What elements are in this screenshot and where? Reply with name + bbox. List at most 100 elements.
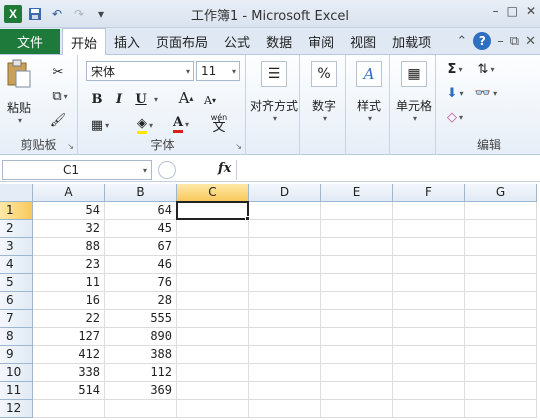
- minimize-button[interactable]: –: [493, 4, 499, 18]
- underline-button[interactable]: U: [132, 89, 150, 109]
- cell-c8[interactable]: [177, 328, 249, 346]
- cell-d4[interactable]: [249, 256, 321, 274]
- cell-d5[interactable]: [249, 274, 321, 292]
- number-format-button[interactable]: % 数字 ▾: [304, 61, 344, 123]
- column-header-g[interactable]: G: [465, 184, 537, 202]
- row-header-3[interactable]: 3: [0, 238, 33, 256]
- cell-c4[interactable]: [177, 256, 249, 274]
- doc-restore-icon[interactable]: ⧉: [510, 34, 519, 49]
- row-header-6[interactable]: 6: [0, 292, 33, 310]
- column-header-a[interactable]: A: [33, 184, 105, 202]
- cell-b2[interactable]: 45: [105, 220, 177, 238]
- cell-e10[interactable]: [321, 364, 393, 382]
- cell-e11[interactable]: [321, 382, 393, 400]
- cell-e4[interactable]: [321, 256, 393, 274]
- cell-c3[interactable]: [177, 238, 249, 256]
- group-styles[interactable]: A 样式 ▾: [348, 55, 390, 155]
- cell-a2[interactable]: 32: [33, 220, 105, 238]
- cell-a12[interactable]: [33, 400, 105, 418]
- cell-e3[interactable]: [321, 238, 393, 256]
- column-header-f[interactable]: F: [393, 184, 465, 202]
- alignment-button[interactable]: ☰ 对齐方式 ▾: [250, 61, 298, 123]
- font-name-combo[interactable]: 宋体 ▾: [86, 61, 194, 81]
- cell-e7[interactable]: [321, 310, 393, 328]
- cell-d11[interactable]: [249, 382, 321, 400]
- tab-file[interactable]: 文件: [0, 29, 60, 54]
- tab-add-ins[interactable]: 加载项: [384, 28, 439, 55]
- cell-b10[interactable]: 112: [105, 364, 177, 382]
- borders-button[interactable]: ▦ ▾: [88, 115, 112, 135]
- row-header-10[interactable]: 10: [0, 364, 33, 382]
- help-icon[interactable]: ?: [473, 32, 492, 50]
- cell-b11[interactable]: 369: [105, 382, 177, 400]
- column-header-d[interactable]: D: [249, 184, 321, 202]
- cell-f1[interactable]: [393, 202, 465, 220]
- cell-g2[interactable]: [465, 220, 537, 238]
- tab-review[interactable]: 审阅: [300, 28, 342, 55]
- cell-f3[interactable]: [393, 238, 465, 256]
- group-cells[interactable]: ▦ 单元格 ▾: [392, 55, 436, 155]
- cell-e8[interactable]: [321, 328, 393, 346]
- cell-g10[interactable]: [465, 364, 537, 382]
- cell-c7[interactable]: [177, 310, 249, 328]
- cell-d12[interactable]: [249, 400, 321, 418]
- cell-d7[interactable]: [249, 310, 321, 328]
- cell-e9[interactable]: [321, 346, 393, 364]
- row-header-8[interactable]: 8: [0, 328, 33, 346]
- cell-g9[interactable]: [465, 346, 537, 364]
- cell-e12[interactable]: [321, 400, 393, 418]
- cell-c10[interactable]: [177, 364, 249, 382]
- cell-b12[interactable]: [105, 400, 177, 418]
- cell-b4[interactable]: 46: [105, 256, 177, 274]
- cell-d6[interactable]: [249, 292, 321, 310]
- select-all-corner[interactable]: [0, 184, 33, 202]
- row-header-12[interactable]: 12: [0, 400, 33, 418]
- cell-a6[interactable]: 16: [33, 292, 105, 310]
- cell-e6[interactable]: [321, 292, 393, 310]
- font-size-combo[interactable]: 11 ▾: [196, 61, 240, 81]
- bold-button[interactable]: B: [88, 89, 106, 109]
- cell-f12[interactable]: [393, 400, 465, 418]
- fill-color-button[interactable]: ◈ ▾: [132, 115, 158, 135]
- cell-g7[interactable]: [465, 310, 537, 328]
- cell-d10[interactable]: [249, 364, 321, 382]
- insert-function-icon[interactable]: fx: [218, 161, 231, 176]
- minimize-ribbon-icon[interactable]: ⌃: [456, 34, 467, 49]
- cell-g12[interactable]: [465, 400, 537, 418]
- row-header-5[interactable]: 5: [0, 274, 33, 292]
- cell-a9[interactable]: 412: [33, 346, 105, 364]
- cell-f10[interactable]: [393, 364, 465, 382]
- fill-button[interactable]: ⬇ ▾: [442, 83, 468, 103]
- cell-c5[interactable]: [177, 274, 249, 292]
- formula-input[interactable]: [236, 160, 536, 180]
- maximize-button[interactable]: □: [507, 4, 518, 18]
- cell-a10[interactable]: 338: [33, 364, 105, 382]
- font-color-button[interactable]: A ▾: [168, 113, 194, 135]
- row-header-7[interactable]: 7: [0, 310, 33, 328]
- cell-f6[interactable]: [393, 292, 465, 310]
- name-box[interactable]: C1 ▾: [2, 160, 152, 180]
- cell-f4[interactable]: [393, 256, 465, 274]
- cut-icon[interactable]: ✂: [48, 63, 68, 81]
- cell-b8[interactable]: 890: [105, 328, 177, 346]
- cell-g8[interactable]: [465, 328, 537, 346]
- cell-g1[interactable]: [465, 202, 537, 220]
- doc-close-icon[interactable]: ✕: [525, 34, 536, 49]
- cell-b3[interactable]: 67: [105, 238, 177, 256]
- cell-a7[interactable]: 22: [33, 310, 105, 328]
- cell-b5[interactable]: 76: [105, 274, 177, 292]
- tab-formulas[interactable]: 公式: [216, 28, 258, 55]
- cell-e1[interactable]: [321, 202, 393, 220]
- cell-c2[interactable]: [177, 220, 249, 238]
- cell-b1[interactable]: 64: [105, 202, 177, 220]
- cell-c9[interactable]: [177, 346, 249, 364]
- cell-f9[interactable]: [393, 346, 465, 364]
- cell-a4[interactable]: 23: [33, 256, 105, 274]
- row-header-4[interactable]: 4: [0, 256, 33, 274]
- cell-f8[interactable]: [393, 328, 465, 346]
- column-header-c[interactable]: C: [177, 184, 249, 202]
- cell-a5[interactable]: 11: [33, 274, 105, 292]
- cell-a8[interactable]: 127: [33, 328, 105, 346]
- italic-button[interactable]: I: [110, 89, 128, 109]
- cell-d2[interactable]: [249, 220, 321, 238]
